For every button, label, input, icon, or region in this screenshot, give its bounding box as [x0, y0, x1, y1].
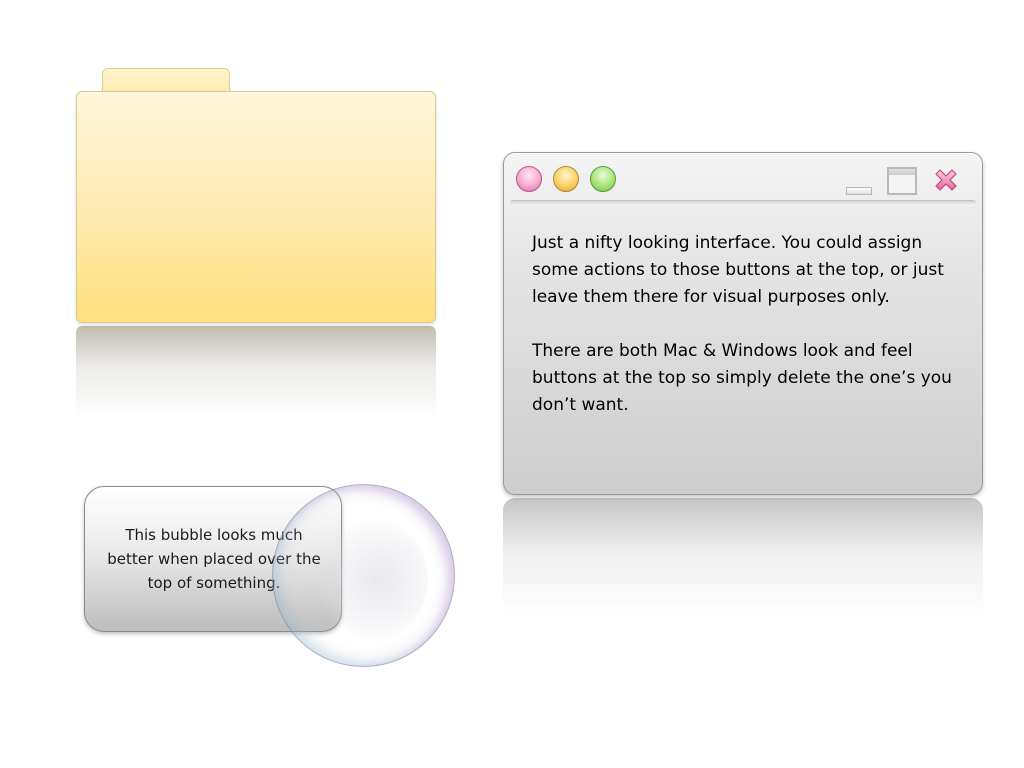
folder-icon[interactable]: [76, 91, 436, 323]
window-reflection: [503, 498, 983, 613]
close-traffic-light-icon[interactable]: [516, 166, 542, 192]
interface-window: Just a nifty looking interface. You coul…: [503, 152, 983, 495]
folder-reflection: [76, 326, 436, 416]
minimize-traffic-light-icon[interactable]: [553, 166, 579, 192]
minimize-icon[interactable]: [846, 187, 872, 195]
window-titlebar: [504, 153, 982, 209]
maximize-icon[interactable]: [887, 167, 917, 195]
close-x-icon[interactable]: [932, 166, 960, 194]
soap-bubble-icon[interactable]: [272, 484, 455, 667]
slide-canvas: Just a nifty looking interface. You coul…: [0, 0, 1024, 768]
window-body-text: Just a nifty looking interface. You coul…: [532, 230, 962, 446]
titlebar-divider: [510, 200, 976, 206]
zoom-traffic-light-icon[interactable]: [590, 166, 616, 192]
window-paragraph-2: There are both Mac & Windows look and fe…: [532, 341, 952, 415]
window-paragraph-1: Just a nifty looking interface. You coul…: [532, 233, 944, 307]
